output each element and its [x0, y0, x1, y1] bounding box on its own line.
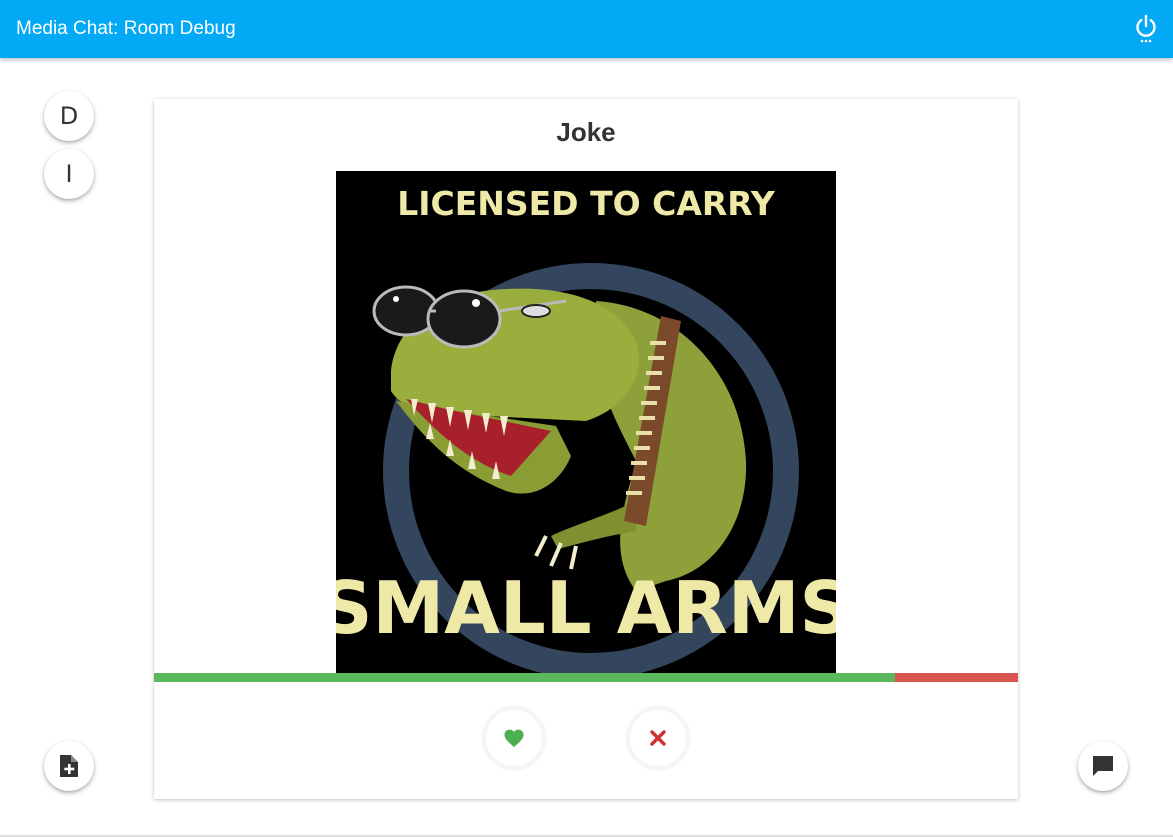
media-image: LICENSED TO CARRY SMALL ARMS	[336, 171, 836, 673]
side-button-i[interactable]: I	[44, 149, 94, 199]
card-title: Joke	[556, 117, 616, 147]
app-bar: Media Chat: Room Debug	[0, 0, 1173, 58]
like-button[interactable]	[486, 710, 542, 766]
note-add-icon	[60, 755, 78, 777]
app-title: Media Chat: Room Debug	[16, 18, 236, 39]
vote-like-fill	[154, 673, 896, 682]
image-top-text: LICENSED TO CARRY	[397, 184, 776, 223]
dislike-button[interactable]	[630, 710, 686, 766]
media-card: Joke LICENSED TO CARRY SMALL ARMS	[154, 99, 1018, 799]
chat-icon	[1093, 756, 1113, 776]
power-button[interactable]	[1129, 12, 1163, 46]
close-icon	[650, 730, 666, 746]
side-button-i-label: I	[65, 160, 73, 188]
image-bottom-text: SMALL ARMS	[336, 566, 836, 650]
chat-button[interactable]	[1078, 741, 1128, 791]
power-icon	[1136, 14, 1156, 43]
side-button-d[interactable]: D	[44, 91, 94, 141]
side-button-d-label: D	[59, 102, 79, 130]
add-media-button[interactable]	[44, 741, 94, 791]
vote-ratio-bar	[154, 673, 1018, 682]
vote-dislike-fill	[895, 673, 1018, 682]
heart-icon	[504, 729, 524, 748]
